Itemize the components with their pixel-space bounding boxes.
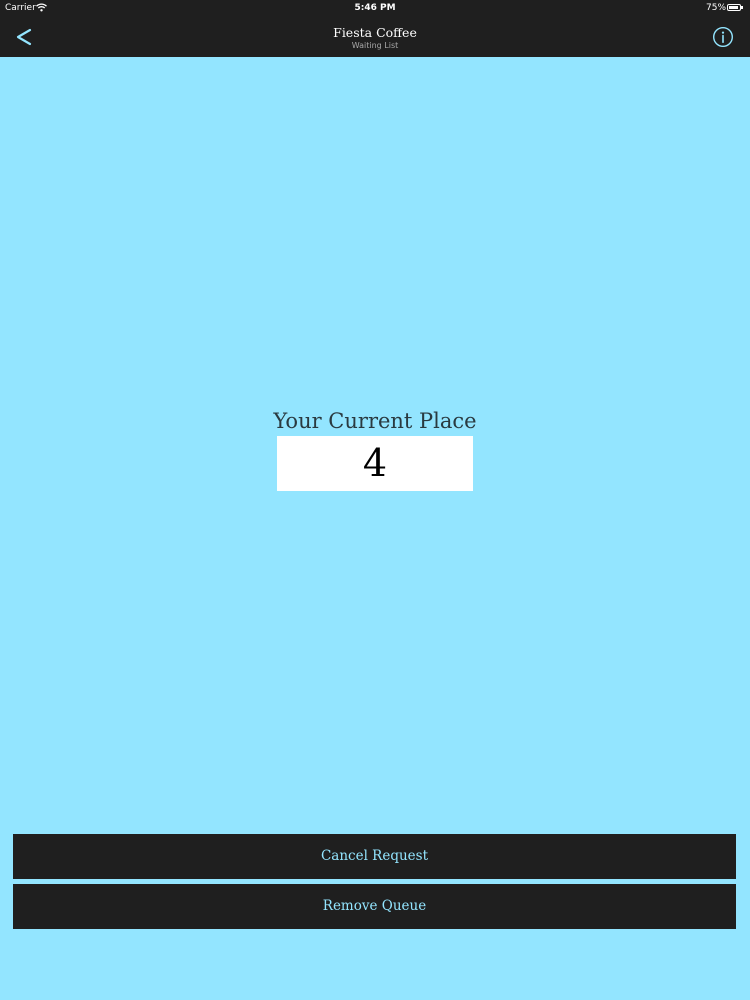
cancel-request-button[interactable]: Cancel Request xyxy=(13,834,736,879)
nav-title: Fiesta Coffee xyxy=(333,25,417,40)
info-button[interactable] xyxy=(712,26,734,48)
current-place-label: Your Current Place xyxy=(273,409,477,433)
navigation-bar: Fiesta Coffee Waiting List xyxy=(0,17,750,57)
remove-queue-button[interactable]: Remove Queue xyxy=(13,884,736,929)
battery-percentage: 75% xyxy=(706,3,727,13)
current-place-value: 4 xyxy=(362,441,388,485)
status-time: 5:46 PM xyxy=(354,3,396,13)
nav-subtitle: Waiting List xyxy=(351,41,399,50)
battery-icon xyxy=(727,4,743,11)
info-icon xyxy=(712,26,734,52)
current-place-box: 4 xyxy=(277,436,473,491)
status-bar: Carrier 5:46 PM 75% xyxy=(0,0,750,17)
